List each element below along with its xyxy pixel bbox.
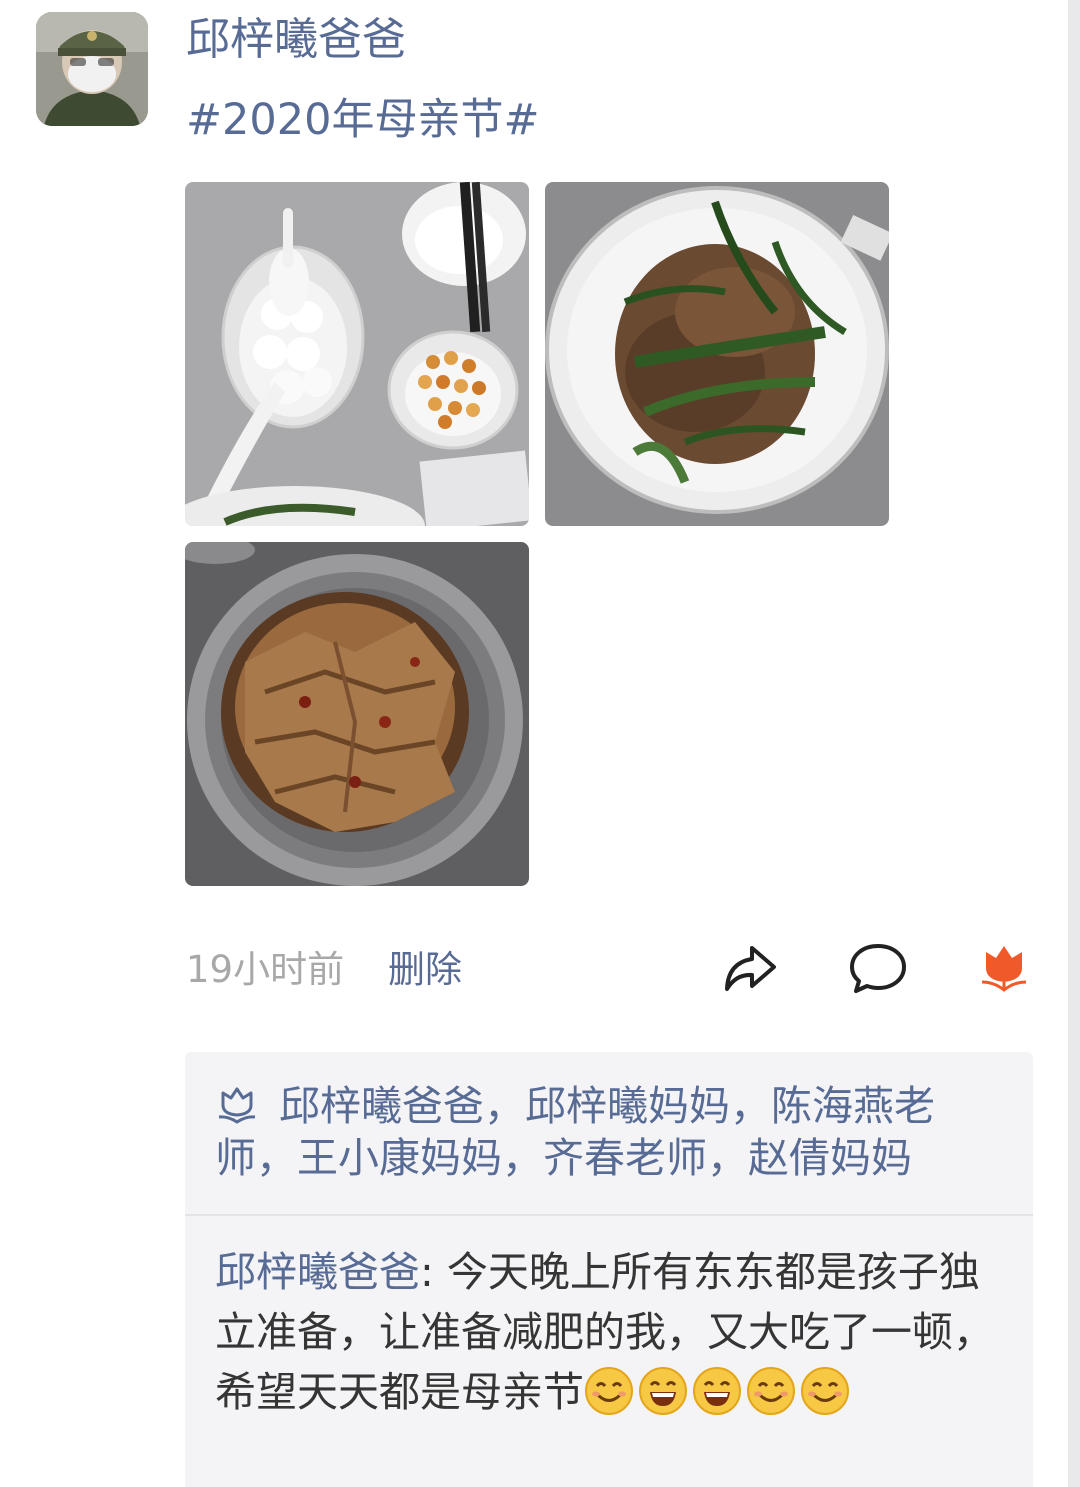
- comment-bubble-icon[interactable]: [848, 938, 908, 998]
- stirfry-plate-photo[interactable]: [545, 182, 889, 526]
- braised-bowl-photo[interactable]: [185, 542, 529, 886]
- likes-names[interactable]: 邱梓曦爸爸，邱梓曦妈妈，陈海燕老师，王小康妈妈，齐春老师，赵倩妈妈: [215, 1082, 935, 1182]
- flower-like-icon[interactable]: [974, 938, 1034, 998]
- smile-emoji-icon: [584, 1366, 634, 1416]
- grin-emoji-icon: [692, 1366, 742, 1416]
- share-arrow-icon[interactable]: [720, 938, 780, 998]
- smile-emoji-icon: [746, 1366, 796, 1416]
- comment-item[interactable]: 邱梓曦爸爸: 今天晚上所有东东都是孩子独立准备，让准备减肥的我，又大吃了一顿，希…: [215, 1242, 1015, 1422]
- tangyuan-table-photo[interactable]: [185, 182, 529, 526]
- post-author-name[interactable]: 邱梓曦爸爸: [186, 10, 406, 70]
- avatar[interactable]: [36, 12, 148, 126]
- interaction-panel: 邱梓曦爸爸，邱梓曦妈妈，陈海燕老师，王小康妈妈，齐春老师，赵倩妈妈 邱梓曦爸爸:…: [185, 1052, 1033, 1487]
- post-text[interactable]: #2020年母亲节#: [186, 92, 540, 148]
- likes-divider: [185, 1214, 1033, 1216]
- smile-emoji-icon: [800, 1366, 850, 1416]
- grin-emoji-icon: [638, 1366, 688, 1416]
- flower-outline-icon: [215, 1085, 259, 1125]
- screen-edge: [1068, 0, 1080, 1487]
- likes-list: 邱梓曦爸爸，邱梓曦妈妈，陈海燕老师，王小康妈妈，齐春老师，赵倩妈妈: [215, 1080, 1005, 1184]
- delete-button[interactable]: 删除: [388, 944, 462, 996]
- post-timestamp: 19小时前: [186, 948, 345, 991]
- comment-author[interactable]: 邱梓曦爸爸: [215, 1248, 420, 1296]
- comment-separator: :: [420, 1248, 447, 1296]
